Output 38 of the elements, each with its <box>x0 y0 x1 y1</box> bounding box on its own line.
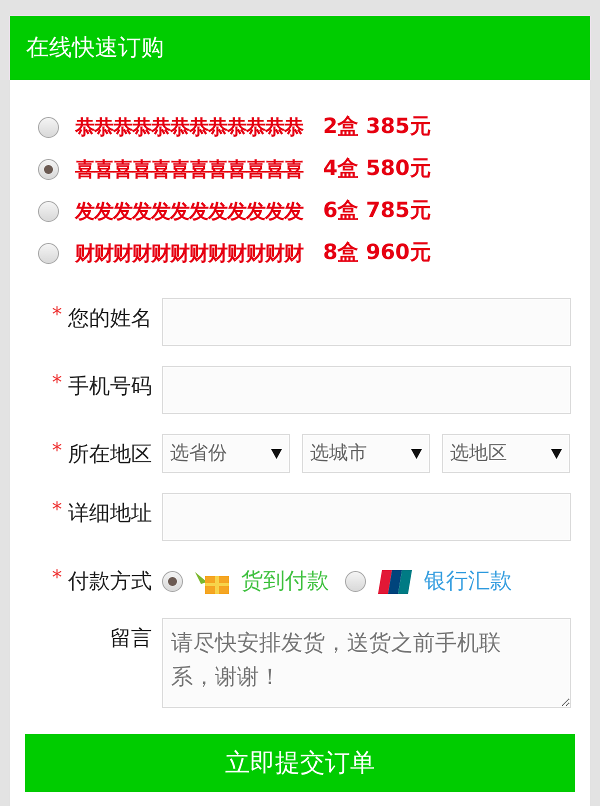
input-field[interactable] <box>162 298 571 346</box>
radio-button[interactable] <box>38 242 59 264</box>
field-label: 留言 <box>110 625 152 652</box>
required-asterisk: * <box>52 372 62 392</box>
radio-button[interactable] <box>38 200 59 222</box>
field-label: 详细地址 <box>68 500 152 527</box>
caret-icon <box>551 448 562 458</box>
required-asterisk: * <box>52 440 62 460</box>
dropdown[interactable]: 选城市 <box>302 434 430 473</box>
package-price: 2盒 385元 <box>323 113 431 140</box>
package-name: 喜喜喜喜喜喜喜喜喜喜喜喜 <box>75 156 303 183</box>
caret-icon <box>411 448 422 458</box>
package-price: 8盒 960元 <box>323 239 431 266</box>
required-asterisk: * <box>52 499 62 519</box>
input-field[interactable] <box>162 493 571 541</box>
package-price: 4盒 580元 <box>323 155 431 182</box>
field-label: 所在地区 <box>68 441 152 468</box>
field-label: 付款方式 <box>68 568 152 595</box>
radio-button[interactable] <box>345 571 366 592</box>
input-field[interactable] <box>162 366 571 414</box>
card-logo-icon <box>376 568 414 596</box>
field-label: 您的姓名 <box>68 305 152 332</box>
radio-button[interactable] <box>38 158 59 180</box>
caret-icon <box>271 448 282 458</box>
field-label: 手机号码 <box>68 373 152 400</box>
dropdown[interactable]: 选省份 <box>162 434 290 473</box>
package-price: 6盒 785元 <box>323 197 431 224</box>
package-name: 发发发发发发发发发发发发 <box>75 198 303 225</box>
radio-button[interactable] <box>162 571 183 592</box>
message-textarea[interactable]: 请尽快安排发货，送货之前手机联系，谢谢！ <box>162 618 571 708</box>
dropdown[interactable]: 选地区 <box>442 434 570 473</box>
payment-option-label[interactable]: 银行汇款 <box>424 565 512 598</box>
package-name: 财财财财财财财财财财财财 <box>75 240 303 267</box>
required-asterisk: * <box>52 304 62 324</box>
package-name: 恭恭恭恭恭恭恭恭恭恭恭恭 <box>75 114 303 141</box>
radio-button[interactable] <box>38 116 59 138</box>
required-asterisk: * <box>52 567 62 587</box>
header-title: 在线快速订购 <box>26 34 164 63</box>
